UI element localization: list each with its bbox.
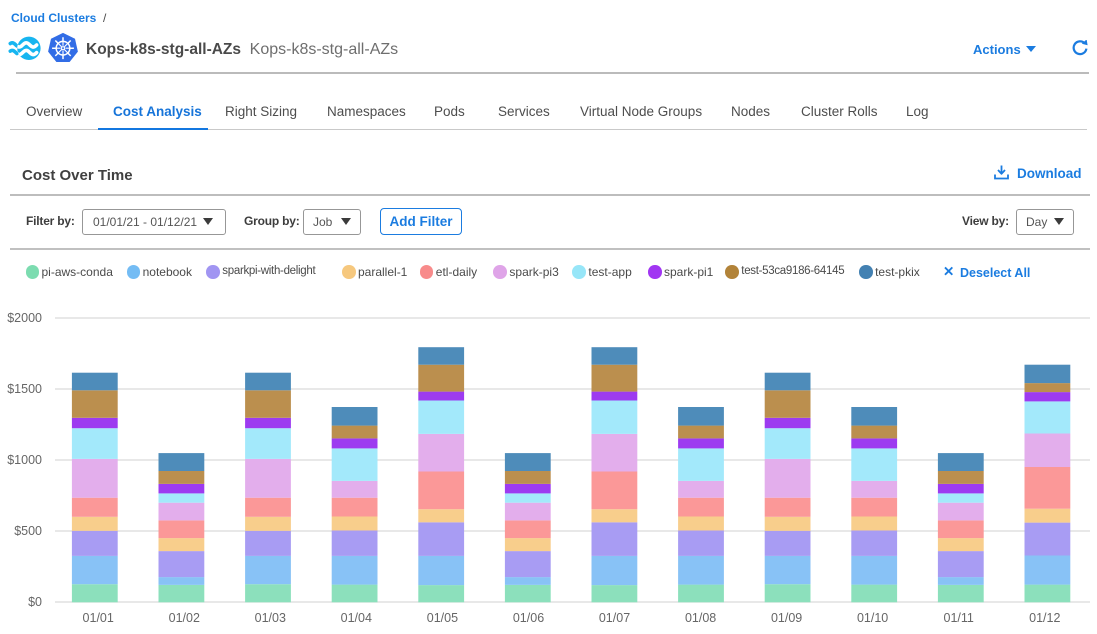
svg-text:01/06: 01/06: [513, 611, 544, 625]
svg-text:$1000: $1000: [7, 453, 42, 467]
svg-text:$2000: $2000: [7, 311, 42, 325]
svg-text:01/03: 01/03: [255, 611, 286, 625]
svg-text:01/08: 01/08: [685, 611, 716, 625]
svg-text:01/01: 01/01: [83, 611, 114, 625]
svg-text:01/12: 01/12: [1029, 611, 1060, 625]
svg-text:$1500: $1500: [7, 382, 42, 396]
svg-text:01/11: 01/11: [944, 611, 974, 625]
svg-text:01/05: 01/05: [427, 611, 458, 625]
svg-text:01/07: 01/07: [599, 611, 630, 625]
svg-text:01/10: 01/10: [857, 611, 888, 625]
svg-text:01/04: 01/04: [341, 611, 372, 625]
svg-text:01/09: 01/09: [771, 611, 802, 625]
svg-text:$0: $0: [28, 595, 42, 609]
svg-text:01/02: 01/02: [169, 611, 200, 625]
svg-text:$500: $500: [14, 524, 42, 538]
